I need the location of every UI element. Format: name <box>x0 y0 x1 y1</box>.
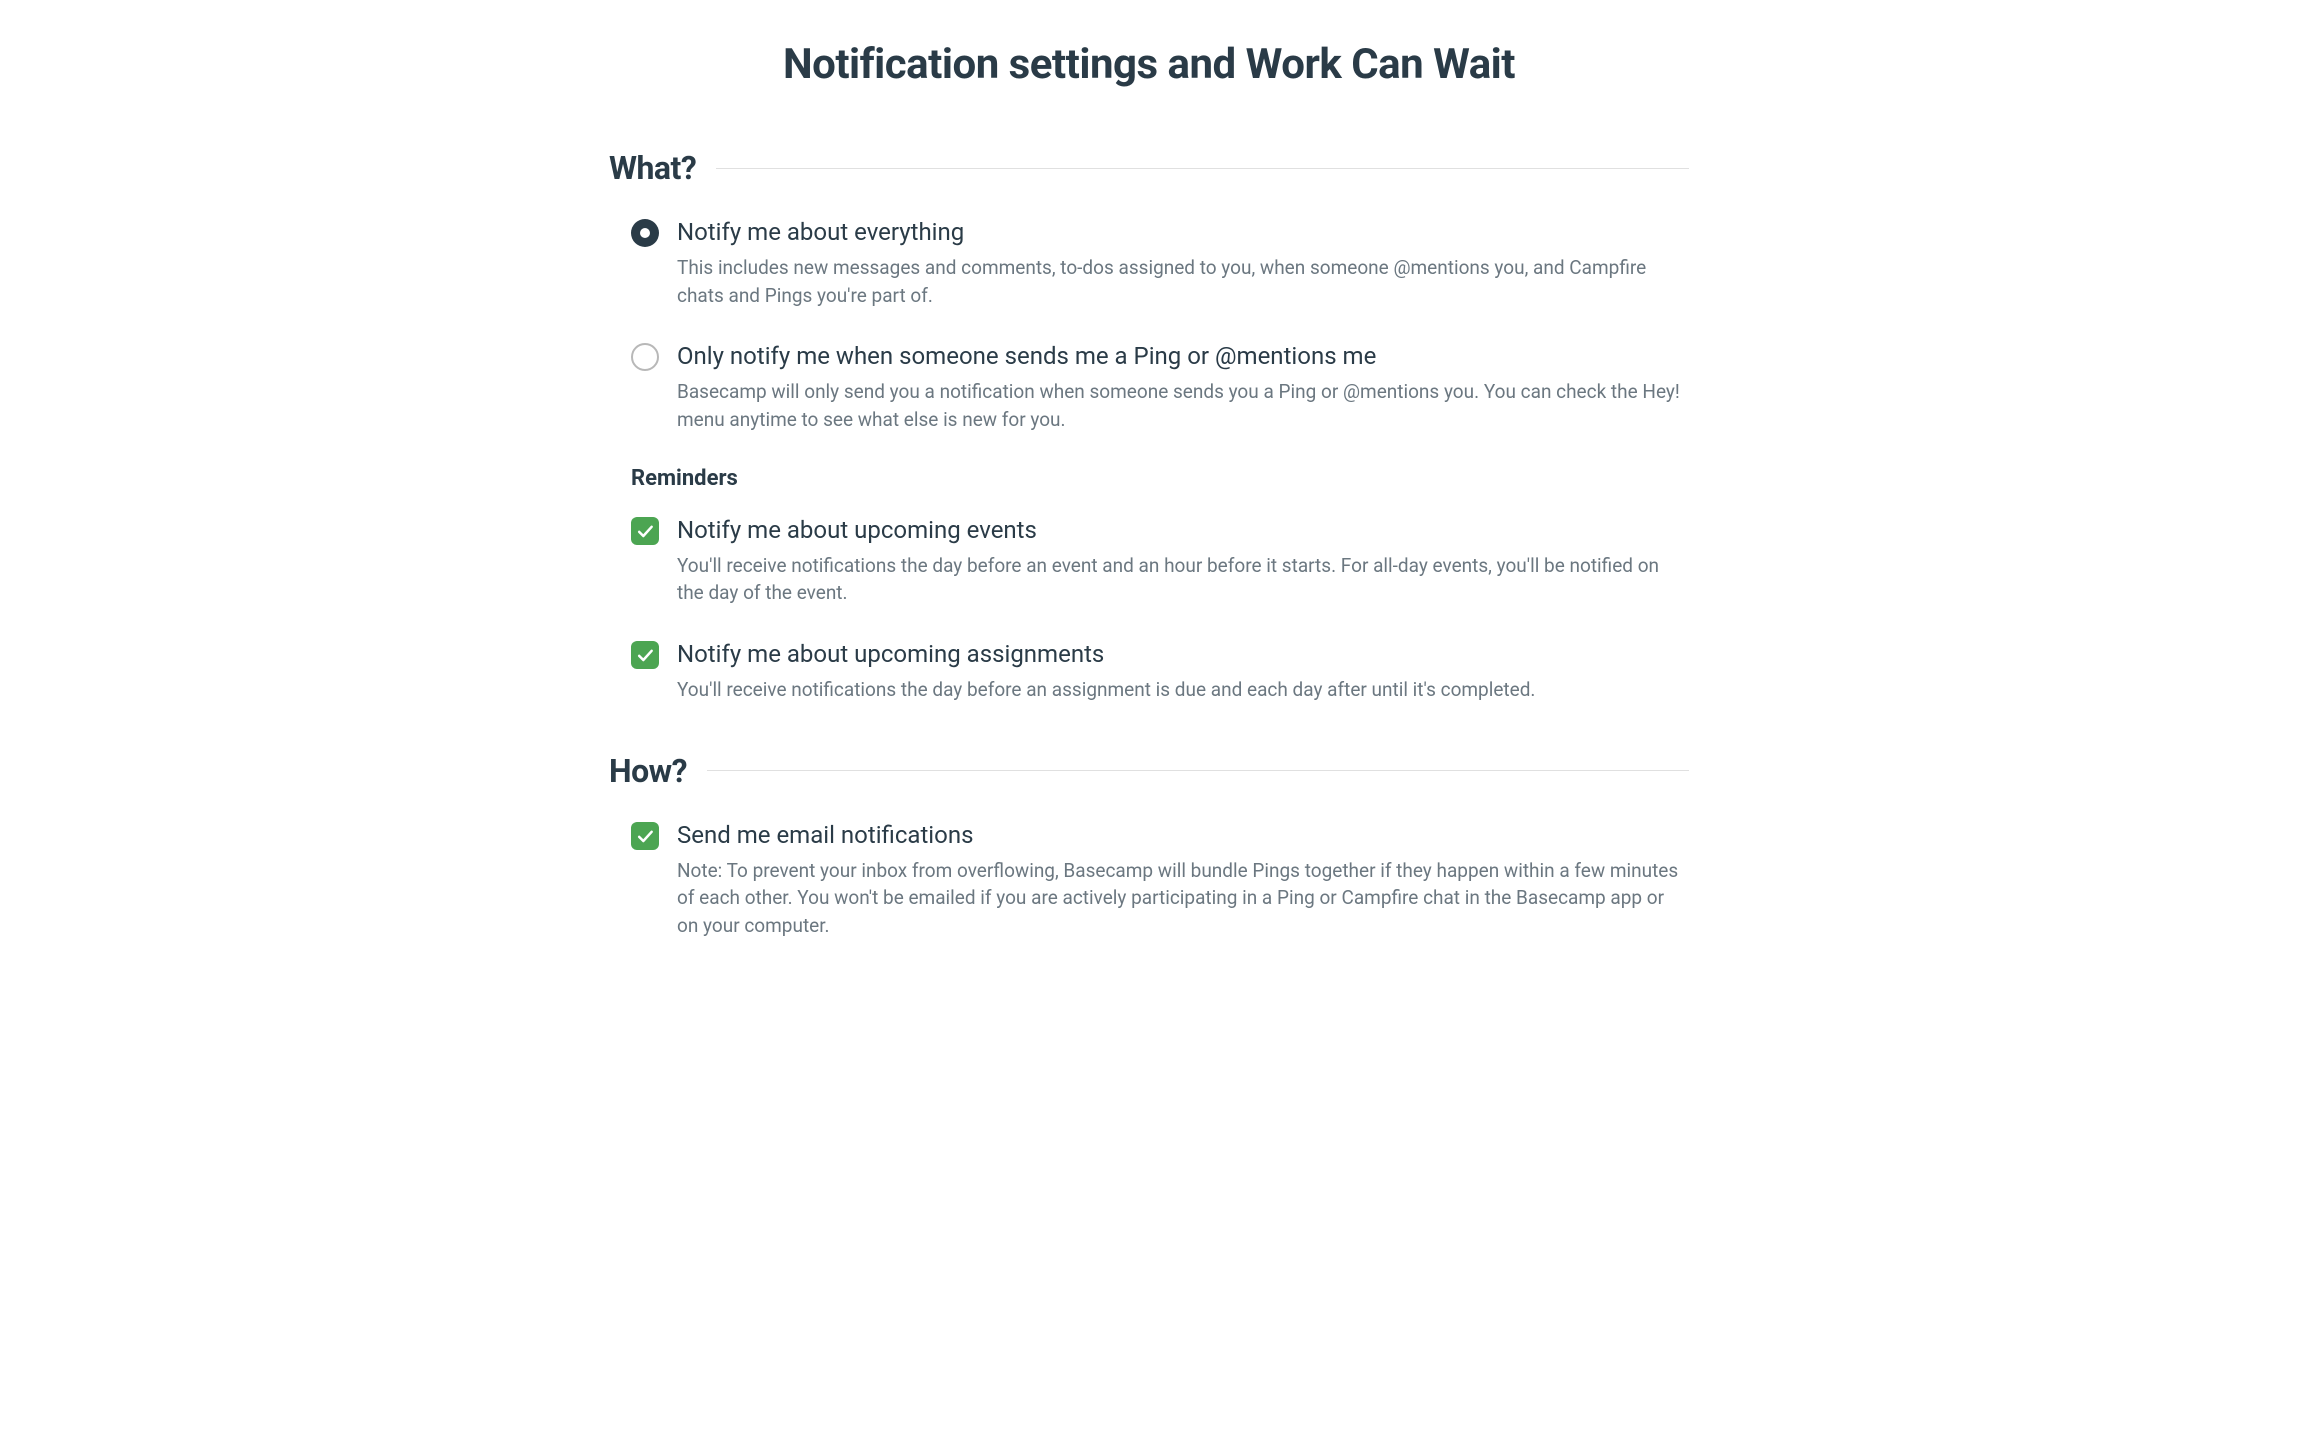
option-title: Only notify me when someone sends me a P… <box>677 341 1689 372</box>
radio-notify-everything[interactable] <box>631 219 659 247</box>
option-title: Send me email notifications <box>677 820 1689 851</box>
divider <box>716 168 1689 169</box>
section-header-what: What? <box>609 149 1689 187</box>
section-what: What? Notify me about everything This in… <box>609 149 1689 704</box>
reminders-title: Reminders <box>609 466 1689 491</box>
checkbox-upcoming-assignments[interactable] <box>631 641 659 669</box>
option-description: Basecamp will only send you a notificati… <box>677 378 1689 433</box>
option-notify-ping-mentions[interactable]: Only notify me when someone sends me a P… <box>609 341 1689 433</box>
option-title: Notify me about everything <box>677 217 1689 248</box>
checkmark-icon <box>635 826 655 846</box>
checkbox-email-notifications[interactable] <box>631 822 659 850</box>
option-title: Notify me about upcoming assignments <box>677 639 1689 670</box>
option-upcoming-events[interactable]: Notify me about upcoming events You'll r… <box>609 515 1689 607</box>
page-title: Notification settings and Work Can Wait <box>609 40 1689 89</box>
option-description: You'll receive notifications the day bef… <box>677 676 1689 704</box>
option-notify-everything[interactable]: Notify me about everything This includes… <box>609 217 1689 309</box>
radio-notify-ping-mentions[interactable] <box>631 343 659 371</box>
option-upcoming-assignments[interactable]: Notify me about upcoming assignments You… <box>609 639 1689 704</box>
option-description: This includes new messages and comments,… <box>677 254 1689 309</box>
option-description: Note: To prevent your inbox from overflo… <box>677 857 1689 940</box>
checkmark-icon <box>635 521 655 541</box>
section-how: How? Send me email notifications Note: T… <box>609 752 1689 940</box>
divider <box>707 770 1689 771</box>
checkbox-upcoming-events[interactable] <box>631 517 659 545</box>
option-description: You'll receive notifications the day bef… <box>677 552 1689 607</box>
checkmark-icon <box>635 645 655 665</box>
section-title-what: What? <box>609 149 696 187</box>
option-email-notifications[interactable]: Send me email notifications Note: To pre… <box>609 820 1689 940</box>
section-title-how: How? <box>609 752 687 790</box>
section-header-how: How? <box>609 752 1689 790</box>
option-title: Notify me about upcoming events <box>677 515 1689 546</box>
